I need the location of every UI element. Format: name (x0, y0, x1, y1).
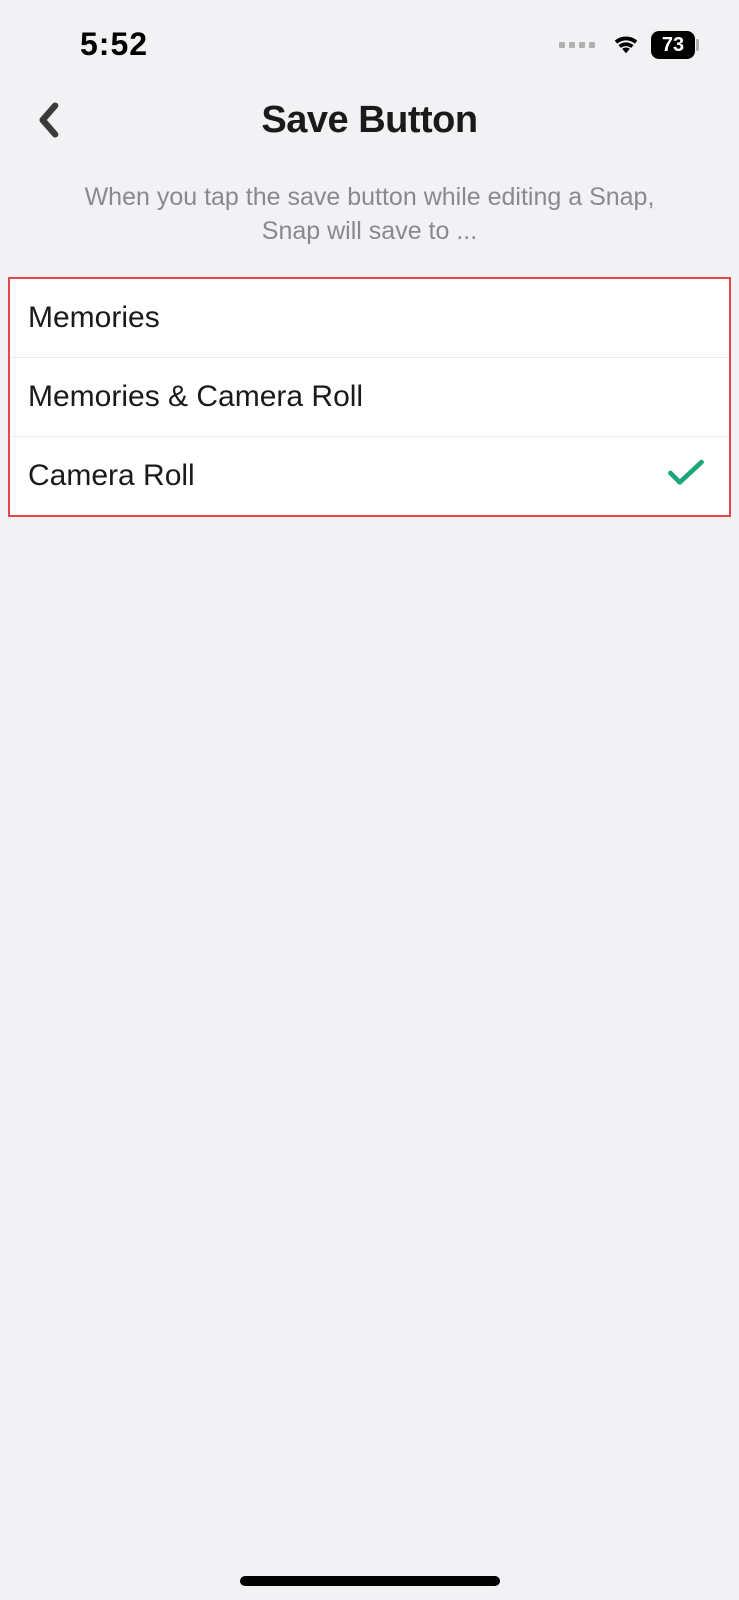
wifi-icon (611, 30, 641, 59)
save-options-group: Memories Memories & Camera Roll Camera R… (8, 277, 731, 517)
checkmark-icon (667, 459, 705, 492)
signal-dots-icon (559, 42, 595, 48)
option-label: Memories & Camera Roll (28, 380, 363, 414)
chevron-left-icon (37, 102, 59, 138)
page-description: When you tap the save button while editi… (0, 165, 739, 273)
page-header: Save Button (0, 75, 739, 165)
option-label: Memories (28, 301, 160, 335)
home-indicator[interactable] (240, 1576, 500, 1586)
option-memories[interactable]: Memories (10, 279, 729, 358)
page-title: Save Button (261, 99, 477, 142)
back-button[interactable] (26, 98, 70, 142)
status-bar: 5:52 73 (0, 0, 739, 75)
status-time: 5:52 (80, 26, 148, 63)
option-memories-camera-roll[interactable]: Memories & Camera Roll (10, 358, 729, 437)
battery-level: 73 (651, 31, 695, 59)
battery-indicator: 73 (651, 31, 699, 59)
option-camera-roll[interactable]: Camera Roll (10, 437, 729, 515)
option-label: Camera Roll (28, 459, 195, 493)
status-right: 73 (559, 30, 699, 59)
